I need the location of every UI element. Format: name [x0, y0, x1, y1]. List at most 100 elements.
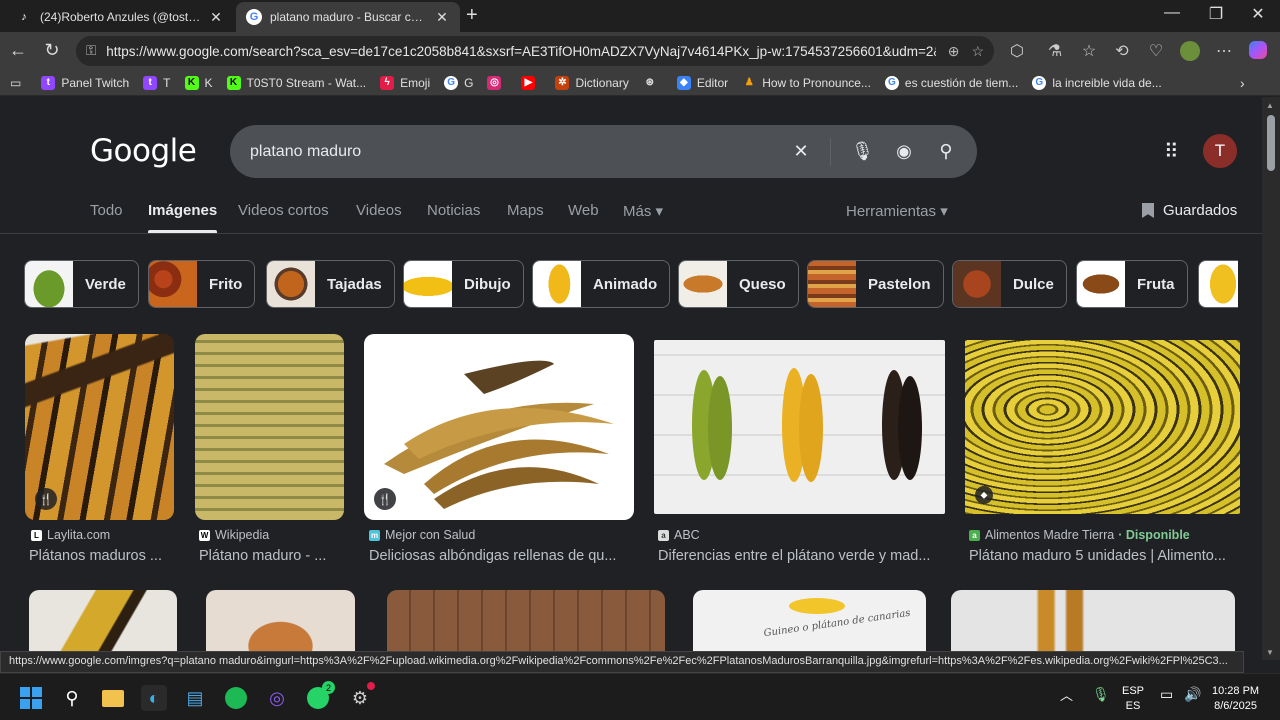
bookmark-tosto-stream[interactable]: K T0ST0 Stream - Wat... [226, 75, 366, 90]
search-input[interactable] [250, 142, 770, 161]
result-image[interactable] [654, 340, 945, 514]
result-image[interactable]: 🍴 [364, 334, 634, 520]
bookmark-openai[interactable]: ⊛ [643, 76, 663, 90]
tools-button[interactable]: Herramientas ▾ [846, 202, 948, 220]
chip-dibujo[interactable]: Dibujo [403, 260, 524, 308]
page-scrollbar[interactable]: ▲ ▼ [1262, 97, 1280, 660]
lens-camera-icon[interactable]: ◉ [893, 141, 915, 162]
tab-videos[interactable]: Videos [356, 202, 402, 219]
tab-imagenes[interactable]: Imágenes [148, 202, 218, 233]
scrollbar-thumb[interactable] [1267, 115, 1275, 171]
chip-fruta[interactable]: Fruta [1076, 260, 1188, 308]
bookmark-panel-twitch[interactable]: t Panel Twitch [41, 75, 129, 90]
reading-list-icon[interactable]: ▭ [10, 76, 21, 90]
restore-icon[interactable]: ❐ [1194, 4, 1238, 24]
site-info-icon[interactable]: ⚿ [86, 43, 96, 59]
result-source[interactable]: m Mejor con Salud [369, 528, 475, 542]
history-icon[interactable]: ⟲ [1111, 41, 1133, 61]
tab-mas[interactable]: Más ▾ [623, 202, 663, 220]
result-title[interactable]: Plátano maduro 5 unidades | Alimento... [969, 548, 1237, 564]
favorites-icon[interactable]: ☆ [1078, 41, 1100, 61]
tab-noticias[interactable]: Noticias [427, 202, 480, 219]
avatar[interactable]: T [1203, 134, 1237, 168]
result-title[interactable]: Deliciosas albóndigas rellenas de qu... [369, 548, 631, 564]
scroll-down-icon[interactable]: ▼ [1266, 648, 1274, 657]
close-window-icon[interactable]: ✕ [1236, 4, 1280, 24]
chip-tajadas[interactable]: Tajadas [266, 260, 395, 308]
app-icon[interactable]: ⚙ [347, 682, 375, 711]
performance-icon[interactable]: ♡ [1145, 41, 1167, 61]
reload-icon[interactable]: ↻ [40, 40, 64, 61]
back-icon[interactable]: ← [6, 40, 30, 61]
bookmark-k[interactable]: KK [184, 75, 213, 90]
result-source[interactable]: a Alimentos Madre Tierra · Disponible [969, 528, 1190, 542]
close-tab-icon[interactable]: ✕ [208, 9, 224, 26]
tray-overflow-icon[interactable]: ︿ [1060, 688, 1073, 703]
bookmark-g[interactable]: GG [444, 75, 473, 90]
chip-more[interactable] [1198, 260, 1238, 308]
bookmark-la-increible-vida[interactable]: Gla increible vida de... [1032, 75, 1162, 90]
extensions-icon[interactable]: ⬡ [1006, 41, 1028, 61]
result-image[interactable]: ⬥ [965, 340, 1240, 514]
tab-maps[interactable]: Maps [507, 202, 544, 219]
tab-videos-cortos[interactable]: Videos cortos [238, 202, 329, 219]
google-apps-icon[interactable]: ⠿ [1164, 139, 1179, 164]
chip-pastelon[interactable]: Pastelon [807, 260, 944, 308]
result-image[interactable] [206, 590, 355, 660]
network-icon[interactable]: ▭ [1160, 687, 1173, 702]
result-image[interactable] [195, 334, 344, 520]
bookmark-how-to-pronounce[interactable]: ♟ How to Pronounce... [742, 76, 871, 90]
chip-dulce[interactable]: Dulce [952, 260, 1067, 308]
settings-more-icon[interactable]: ⋯ [1213, 41, 1235, 61]
bookmark-emoji[interactable]: ϟ Emoji [380, 75, 430, 90]
chip-queso[interactable]: Queso [678, 260, 799, 308]
whatsapp-icon[interactable]: 2 [305, 681, 335, 711]
profile-icon[interactable] [1179, 41, 1201, 66]
result-title[interactable]: Plátanos maduros ... [29, 548, 174, 564]
clear-icon[interactable]: ✕ [790, 141, 812, 162]
bookmark-es-cuestion[interactable]: Ges cuestión de tiem... [884, 75, 1018, 90]
bookmark-dictionary[interactable]: ✲ Dictionary [555, 75, 629, 90]
result-title[interactable]: Plátano maduro - ... [199, 548, 344, 564]
result-image[interactable]: 🍴 [25, 334, 174, 520]
tab-todo[interactable]: Todo [90, 202, 123, 219]
url-field[interactable]: ⚿ https://www.google.com/search?sca_esv=… [76, 36, 994, 66]
result-source[interactable]: W Wikipedia [199, 528, 269, 542]
copilot-icon[interactable] [1247, 41, 1269, 64]
scroll-up-icon[interactable]: ▲ [1266, 101, 1274, 110]
microphone-icon[interactable]: 🎙 [1092, 687, 1110, 702]
file-explorer-icon[interactable] [100, 685, 126, 711]
microphone-icon[interactable]: 🎙 [851, 141, 874, 162]
google-logo[interactable]: Google [90, 133, 197, 169]
obs-icon[interactable]: ◎ [264, 685, 290, 711]
browser-tab-tiktok[interactable]: ♪ (24)Roberto Anzules (@tosto210) ✕ [6, 2, 234, 32]
zoom-icon[interactable]: ⊕ [948, 43, 960, 60]
result-title[interactable]: Diferencias entre el plátano verde y mad… [658, 548, 942, 564]
minimize-icon[interactable]: — [1150, 4, 1194, 22]
split-screen-icon[interactable]: ⚗ [1044, 41, 1066, 61]
language-indicator[interactable]: ESP ES [1122, 684, 1144, 714]
bookmark-t[interactable]: tT [143, 75, 171, 90]
new-tab-icon[interactable]: + [466, 4, 478, 27]
chip-verde[interactable]: Verde [24, 260, 139, 308]
result-image[interactable] [951, 590, 1235, 660]
bookmark-instagram[interactable]: ◎ [487, 75, 507, 90]
result-image[interactable] [387, 590, 665, 660]
chip-frito[interactable]: Frito [148, 260, 256, 308]
result-image[interactable] [29, 590, 177, 660]
windows-start-icon[interactable] [18, 685, 44, 711]
saved-button[interactable]: Guardados [1142, 202, 1237, 219]
result-image[interactable]: Guineo o plátano de canarias [693, 590, 926, 660]
tab-web[interactable]: Web [568, 202, 599, 219]
result-source[interactable]: a ABC [658, 528, 700, 542]
notepad-icon[interactable]: ▤ [182, 685, 208, 711]
clock[interactable]: 10:28 PM 8/6/2025 [1212, 684, 1259, 714]
chip-animado[interactable]: Animado [532, 260, 671, 308]
bookmarks-overflow-icon[interactable]: › [1240, 75, 1245, 91]
edge-browser-icon[interactable]: ◐ [141, 685, 167, 711]
bookmark-youtube[interactable]: ▶ [521, 75, 541, 90]
search-icon[interactable]: ⚲ [935, 141, 957, 162]
browser-tab-google[interactable]: G platano maduro - Buscar con Goo ✕ [236, 2, 460, 32]
search-box[interactable]: ✕ 🎙 ◉ ⚲ [230, 125, 977, 178]
spotify-icon[interactable] [223, 685, 249, 711]
